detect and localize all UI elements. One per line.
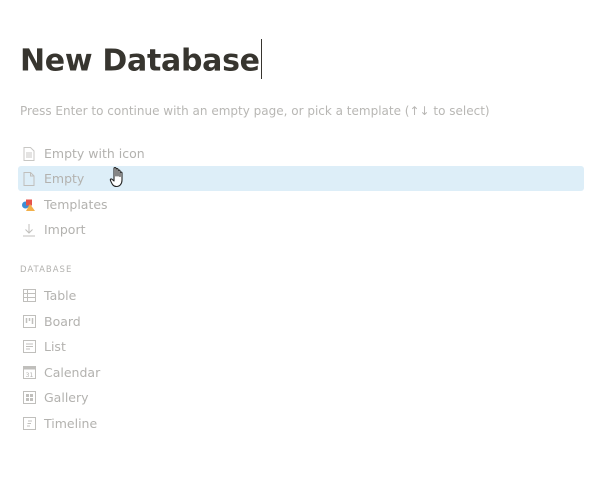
option-empty[interactable]: Empty <box>18 166 584 191</box>
database-item-gallery[interactable]: Gallery <box>18 385 584 410</box>
option-empty-with-icon[interactable]: Empty with icon <box>18 141 584 166</box>
item-label: Board <box>44 314 81 329</box>
templates-icon <box>21 197 37 213</box>
item-label: List <box>44 339 66 354</box>
database-item-calendar[interactable]: 31 Calendar <box>18 360 584 385</box>
hand-pointer-cursor-icon <box>109 166 129 192</box>
download-icon <box>21 222 37 238</box>
database-section-heading: DATABASE <box>20 265 73 275</box>
timeline-icon <box>21 416 37 432</box>
database-item-board[interactable]: Board <box>18 309 584 334</box>
item-label: Calendar <box>44 365 101 380</box>
item-label: Table <box>44 288 77 303</box>
option-label: Empty with icon <box>44 146 145 161</box>
template-hint: Press Enter to continue with an empty pa… <box>20 104 490 118</box>
option-label: Empty <box>44 171 85 186</box>
item-label: Timeline <box>44 416 98 431</box>
option-label: Templates <box>44 197 108 212</box>
option-templates[interactable]: Templates <box>18 192 584 217</box>
database-item-table[interactable]: Table <box>18 283 584 308</box>
svg-text:31: 31 <box>25 372 33 379</box>
database-item-list[interactable]: List <box>18 334 584 359</box>
board-icon <box>21 314 37 330</box>
option-label: Import <box>44 222 86 237</box>
page-title[interactable]: New Database <box>20 39 262 82</box>
page-with-text-icon <box>21 146 37 162</box>
text-caret <box>260 39 262 79</box>
item-label: Gallery <box>44 390 89 405</box>
page-icon <box>21 171 37 187</box>
option-import[interactable]: Import <box>18 217 584 242</box>
database-item-timeline[interactable]: Timeline <box>18 411 584 436</box>
table-icon <box>21 288 37 304</box>
list-icon <box>21 339 37 355</box>
calendar-icon: 31 <box>21 365 37 381</box>
gallery-icon <box>21 390 37 406</box>
